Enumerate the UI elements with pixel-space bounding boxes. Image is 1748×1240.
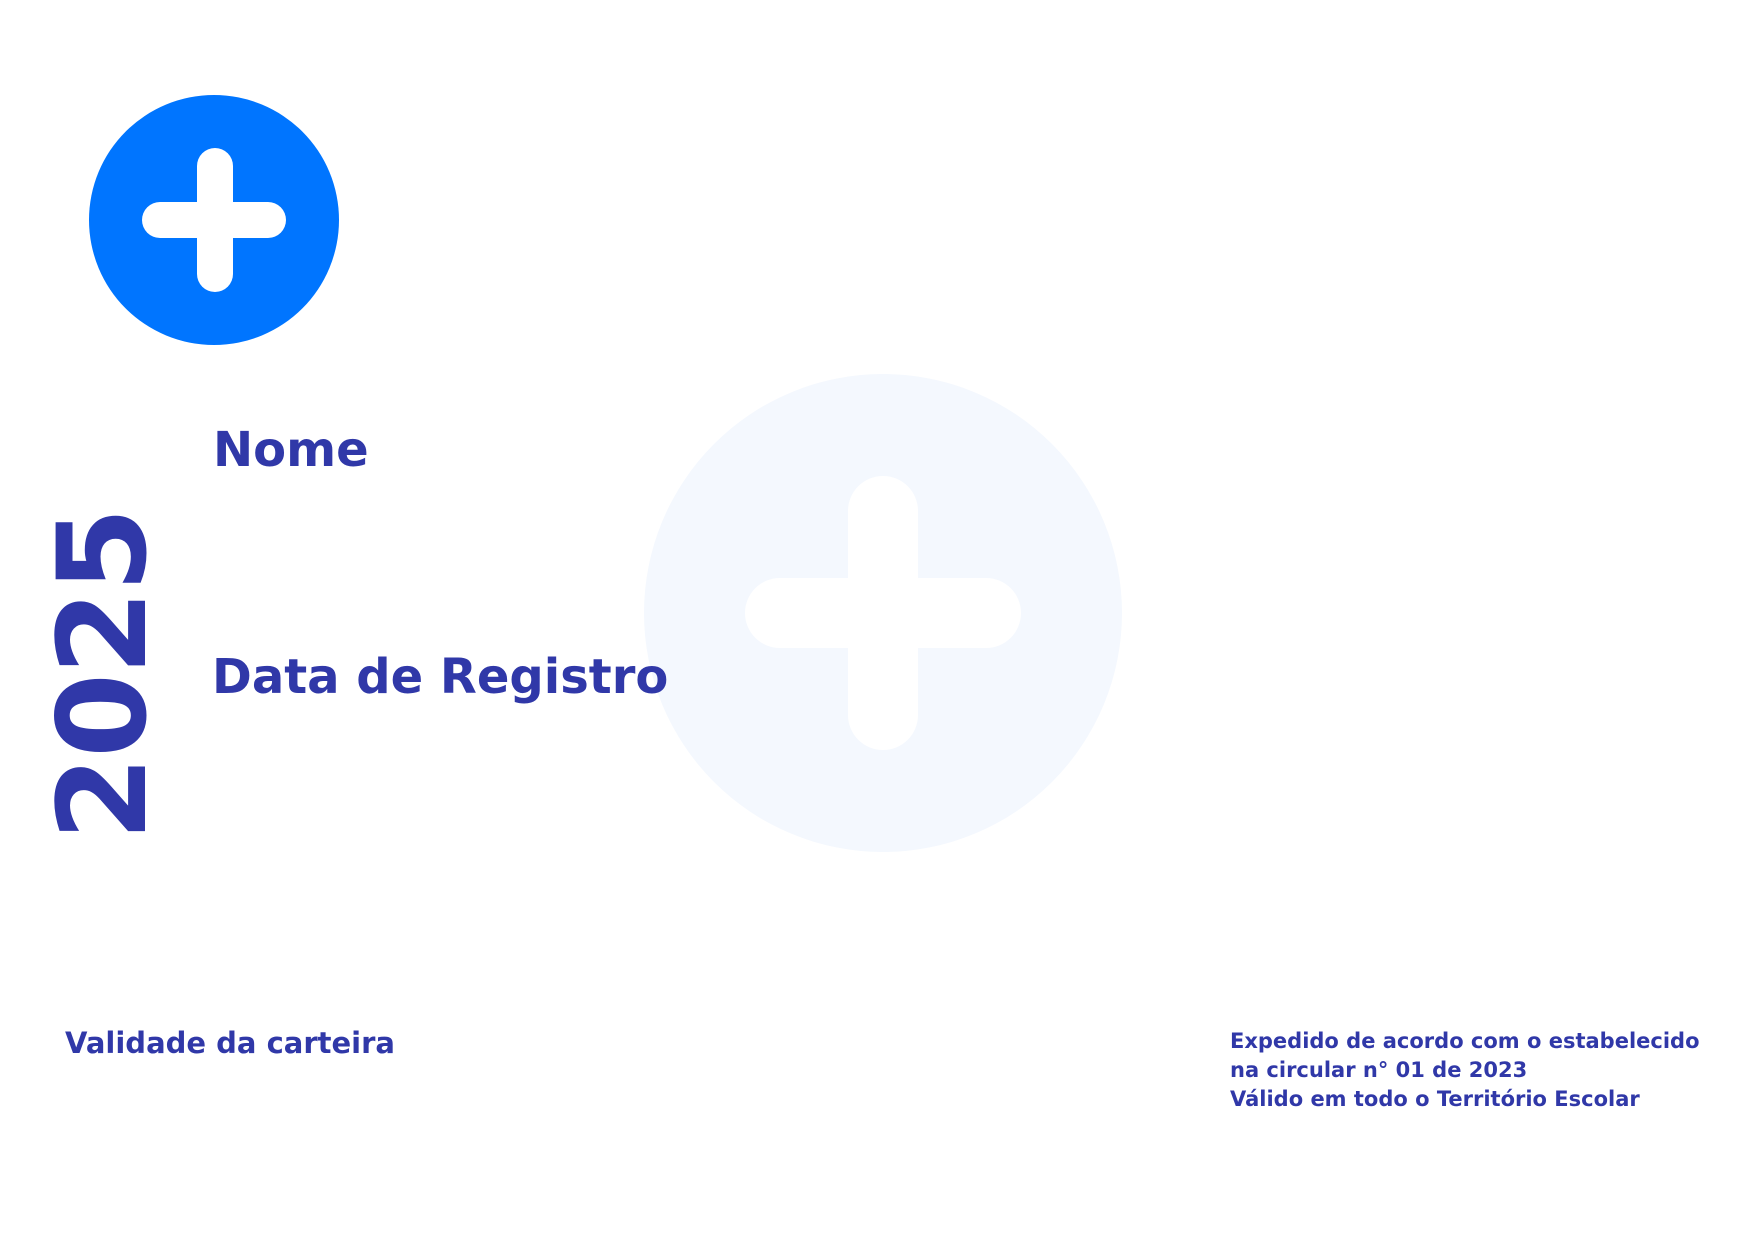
legal-notice: Expedido de acordo com o estabelecido na…	[1230, 1027, 1700, 1114]
legal-line: na circular n° 01 de 2023	[1230, 1058, 1528, 1082]
watermark-plus-icon	[644, 374, 1122, 852]
card-validity-label: Validade da carteira	[65, 1026, 395, 1060]
year-text: 2025	[32, 509, 174, 841]
logo-plus-icon	[89, 95, 339, 345]
legal-line: Expedido de acordo com o estabelecido	[1230, 1029, 1700, 1053]
name-label: Nome	[213, 422, 369, 478]
legal-line: Válido em todo o Território Escolar	[1230, 1087, 1640, 1111]
registration-date-label: Data de Registro	[212, 649, 669, 705]
